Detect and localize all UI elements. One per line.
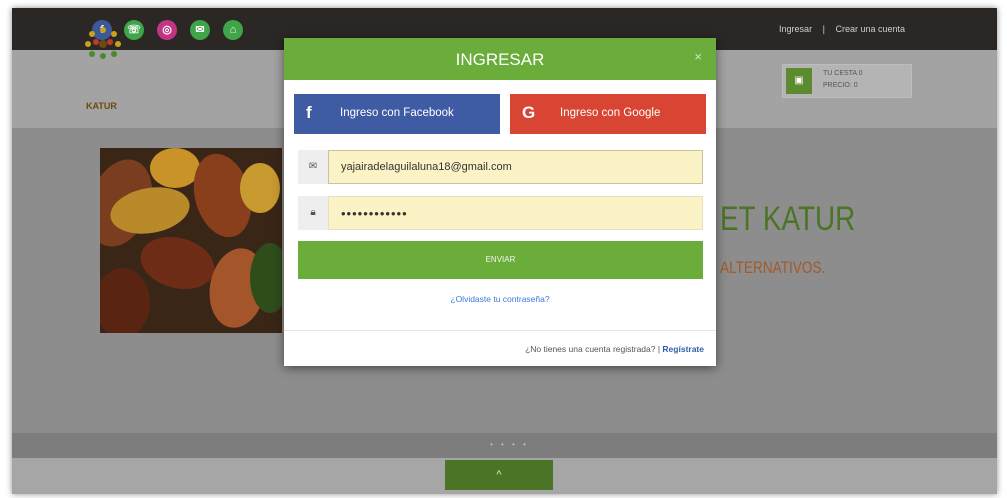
signup-link[interactable]: Crear una cuenta — [835, 24, 905, 34]
cocoa-pods-image — [100, 148, 282, 333]
cart-price: PRECIO: 0 — [823, 82, 858, 89]
login-modal: INGRESAR × f Ingreso con Facebook G Ingr… — [284, 38, 716, 366]
modal-footer: ¿No tienes una cuenta registrada? | Regí… — [284, 330, 716, 366]
email-input[interactable] — [328, 150, 703, 184]
modal-title: INGRESAR — [455, 50, 545, 69]
hero-subtitle: ALTERNATIVOS. — [720, 258, 826, 277]
modal-header: INGRESAR × — [284, 38, 716, 80]
email-icon[interactable]: ✉ — [190, 20, 210, 40]
link-separator: | — [822, 24, 825, 34]
scroll-top-button[interactable]: ^ — [445, 460, 553, 490]
register-link[interactable]: Regístrate — [662, 344, 704, 354]
forgot-password-link[interactable]: ¿Olvidaste tu contraseña? — [284, 294, 716, 304]
register-question: ¿No tienes una cuenta registrada? | — [525, 344, 661, 354]
register-prompt: ¿No tienes una cuenta registrada? | Regí… — [525, 344, 704, 354]
facebook-icon: f — [306, 103, 312, 122]
submit-button[interactable]: ENVIAR — [298, 241, 703, 279]
browser-frame: f ☏ ◎ ✉ ⌂ Ingresar | Crear una cuenta KA… — [12, 8, 997, 494]
password-field-group: 🔒︎ — [298, 196, 703, 230]
carousel-dots[interactable]: • • • • — [490, 440, 529, 449]
envelope-icon: ✉ — [298, 150, 328, 184]
instagram-icon[interactable]: ◎ — [157, 20, 177, 40]
facebook-login-button[interactable]: f Ingreso con Facebook — [294, 94, 500, 134]
cart-count: TU CESTA 0 — [823, 70, 863, 77]
whatsapp-icon[interactable]: ☏ — [124, 20, 144, 40]
email-field-group: ✉ — [298, 150, 703, 184]
google-login-label: Ingreso con Google — [560, 107, 661, 119]
close-icon[interactable]: × — [694, 49, 702, 64]
lock-icon: 🔒︎ — [298, 196, 328, 230]
cart-widget[interactable]: ▣ TU CESTA 0 PRECIO: 0 — [782, 64, 912, 98]
facebook-login-label: Ingreso con Facebook — [340, 107, 454, 119]
basket-icon: ▣ — [786, 68, 812, 94]
hero-title: ET KATUR — [720, 200, 856, 238]
login-link[interactable]: Ingresar — [779, 24, 812, 34]
password-input[interactable] — [328, 196, 703, 230]
google-login-button[interactable]: G Ingreso con Google — [510, 94, 706, 134]
home-icon[interactable]: ⌂ — [223, 20, 243, 40]
top-links: Ingresar | Crear una cuenta — [775, 24, 909, 34]
logo-text: KATUR — [86, 101, 117, 111]
google-icon: G — [522, 103, 536, 122]
katur-logo[interactable] — [80, 24, 126, 76]
